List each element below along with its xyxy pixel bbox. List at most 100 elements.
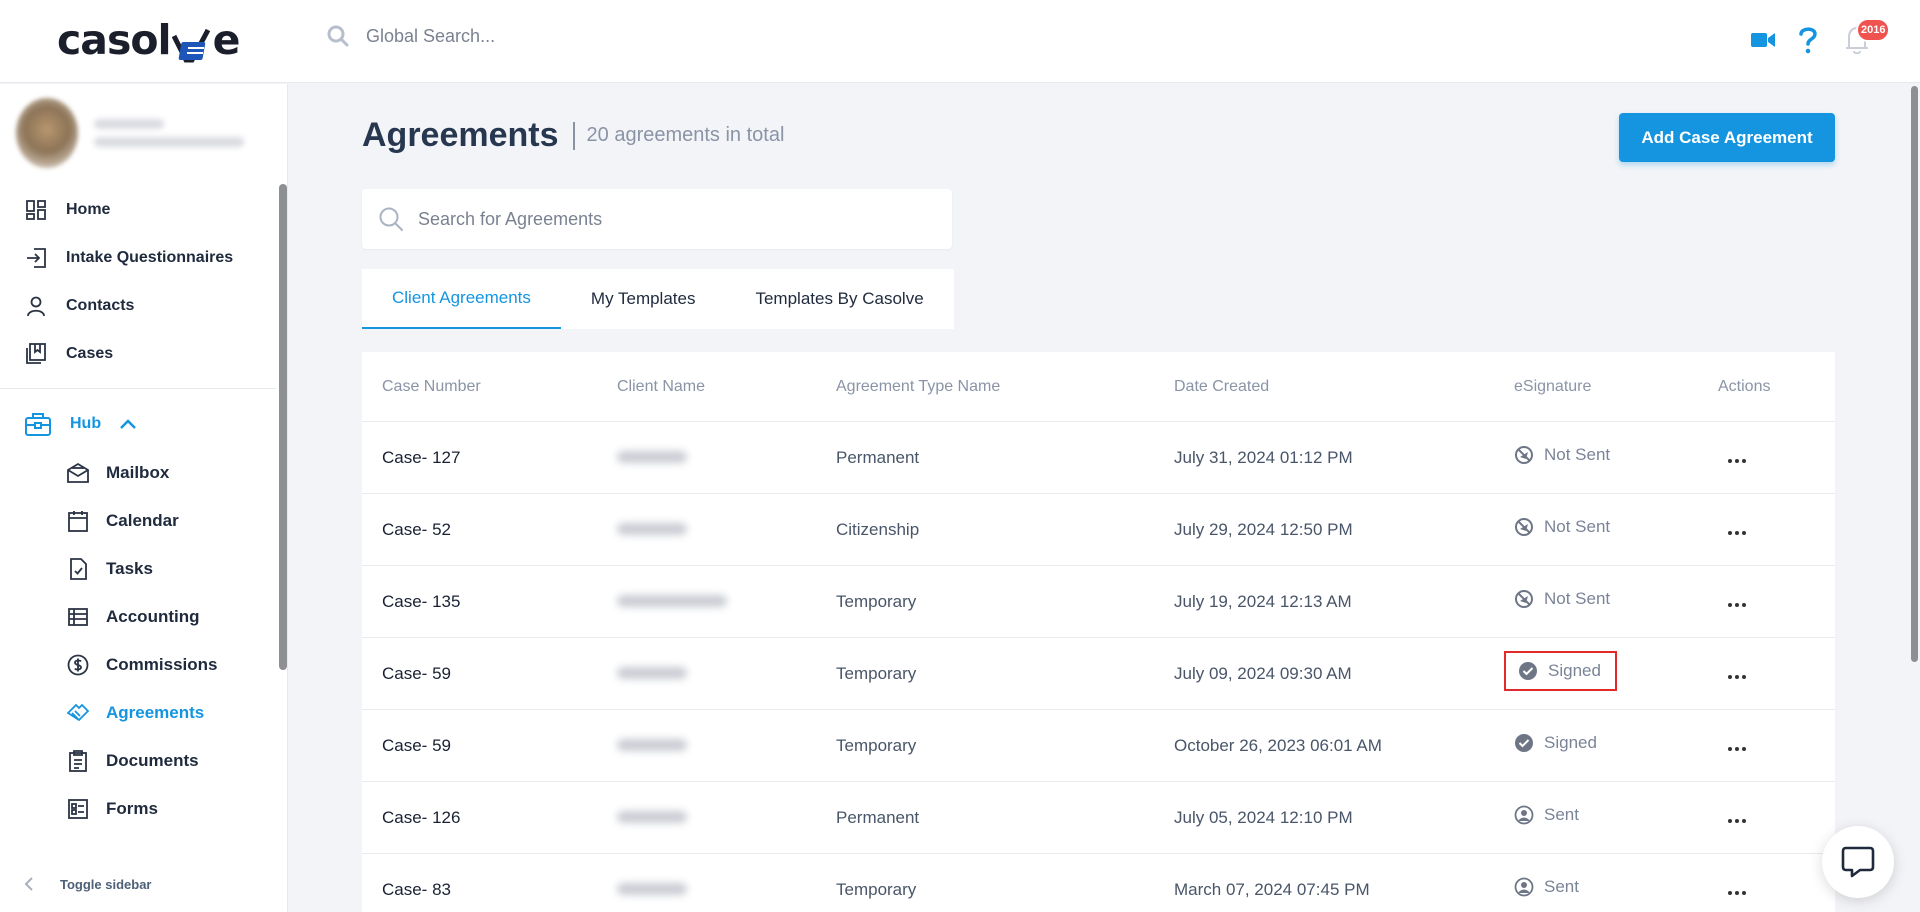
column-header-case-number[interactable]: Case Number [362, 378, 597, 396]
date-created: July 19, 2024 12:13 AM [1174, 591, 1352, 611]
mail-icon [67, 462, 89, 483]
table-row[interactable]: Case- 126 Permanent July 05, 2024 12:10 … [362, 782, 1835, 854]
add-case-agreement-button[interactable]: Add Case Agreement [1619, 113, 1835, 162]
global-search-placeholder: Global Search... [366, 25, 496, 46]
agreement-type: Temporary [836, 591, 917, 611]
date-created: July 31, 2024 01:12 PM [1174, 447, 1353, 467]
sidebar-item-forms[interactable]: Forms [42, 785, 276, 833]
esignature-label: Sent [1544, 805, 1579, 824]
page-scrollbar[interactable] [1911, 86, 1918, 662]
column-header-date-created[interactable]: Date Created [1154, 378, 1494, 396]
sidebar-item-label: Agreements [106, 703, 205, 722]
table-row[interactable]: Case- 52 Citizenship July 29, 2024 12:50… [362, 494, 1835, 566]
notification-badge: 2016 [1856, 18, 1891, 42]
agreement-type: Temporary [836, 663, 917, 683]
client-name-redacted [597, 448, 816, 468]
title-separator [572, 121, 575, 150]
esignature-status: Sent [1514, 805, 1579, 825]
date-created: October 26, 2023 06:01 AM [1174, 735, 1382, 755]
table-row[interactable]: Case- 127 Permanent July 31, 2024 01:12 … [362, 422, 1835, 494]
client-name-redacted [597, 664, 816, 684]
chat-button[interactable] [1822, 826, 1894, 898]
search-icon [379, 207, 403, 231]
esignature-status: Not Sent [1514, 445, 1610, 465]
more-actions-icon[interactable] [1728, 530, 1746, 535]
chevron-up-icon[interactable] [119, 418, 137, 430]
sidebar-item-label: Calendar [106, 511, 179, 530]
case-number[interactable]: Case- 52 [362, 520, 597, 540]
table-row[interactable]: Case- 83 Temporary March 07, 2024 07:45 … [362, 854, 1835, 912]
more-actions-icon[interactable] [1728, 602, 1746, 607]
tab-my-templates[interactable]: My Templates [561, 269, 726, 329]
esignature-status: Not Sent [1514, 589, 1610, 609]
sidebar-item-cases[interactable]: Cases [0, 330, 276, 378]
case-number[interactable]: Case- 83 [362, 880, 597, 900]
agreement-type: Citizenship [836, 519, 920, 539]
case-number[interactable]: Case- 59 [362, 664, 597, 684]
more-actions-icon[interactable] [1728, 458, 1746, 463]
help-icon[interactable] [1798, 25, 1818, 55]
not-sent-icon [1515, 518, 1533, 536]
sidebar-item-commissions[interactable]: Commissions [42, 641, 276, 689]
sidebar-item-label: Mailbox [106, 463, 170, 482]
form-icon [68, 799, 88, 819]
sidebar-item-label: Intake Questionnaires [66, 249, 234, 266]
sidebar-item-home[interactable]: Home [0, 186, 276, 234]
agreements-table: Case Number Client Name Agreement Type N… [362, 352, 1835, 912]
sidebar-item-label: Hub [70, 415, 102, 432]
profile-email-redacted [94, 137, 244, 147]
video-camera-icon[interactable] [1750, 30, 1776, 50]
sidebar-item-tasks[interactable]: Tasks [42, 545, 276, 593]
sidebar-scrollbar[interactable] [279, 184, 287, 670]
more-actions-icon[interactable] [1728, 890, 1746, 895]
tab-client-agreements[interactable]: Client Agreements [362, 269, 561, 329]
column-header-agreement-type[interactable]: Agreement Type Name [816, 378, 1154, 396]
notifications[interactable]: 2016 [1840, 18, 1891, 60]
table-row[interactable]: Case- 135 Temporary July 19, 2024 12:13 … [362, 566, 1835, 638]
table-row[interactable]: Case- 59 Temporary October 26, 2023 06:0… [362, 710, 1835, 782]
agreement-type: Permanent [836, 807, 920, 827]
more-actions-icon[interactable] [1728, 674, 1746, 679]
case-number[interactable]: Case- 127 [362, 448, 597, 468]
user-profile[interactable] [16, 98, 244, 168]
casolve-logo[interactable]: caso l e [57, 16, 240, 64]
agreement-type: Temporary [836, 879, 917, 899]
more-actions-icon[interactable] [1728, 818, 1746, 823]
sidebar-item-calendar[interactable]: Calendar [42, 497, 276, 545]
esignature-status: Signed [1514, 733, 1597, 753]
sidebar-item-accounting[interactable]: Accounting [42, 593, 276, 641]
login-icon [27, 248, 46, 268]
sidebar-item-mailbox[interactable]: Mailbox [42, 449, 276, 497]
more-actions-icon[interactable] [1728, 746, 1746, 751]
page-title: Agreements [362, 116, 559, 154]
table-row[interactable]: Case- 59 Temporary July 09, 2024 09:30 A… [362, 638, 1835, 710]
sent-user-icon [1514, 877, 1534, 897]
sidebar-nav: Home Intake Questionnaires Contacts Case… [0, 186, 276, 833]
signed-check-icon [1515, 734, 1533, 752]
sidebar-item-documents[interactable]: Documents [42, 737, 276, 785]
case-icon [26, 343, 46, 364]
column-header-client-name[interactable]: Client Name [597, 378, 816, 396]
global-search[interactable]: Global Search... [326, 24, 495, 48]
case-number[interactable]: Case- 126 [362, 808, 597, 828]
case-number[interactable]: Case- 59 [362, 736, 597, 756]
agreements-search-input[interactable] [418, 208, 918, 230]
agreement-type: Temporary [836, 735, 917, 755]
sidebar-item-hub[interactable]: Hub [0, 399, 276, 449]
signed-check-icon [1519, 662, 1537, 680]
sidebar-item-intake-questionnaires[interactable]: Intake Questionnaires [0, 234, 276, 282]
toggle-sidebar-button[interactable]: Toggle sidebar [24, 876, 152, 892]
sidebar-item-contacts[interactable]: Contacts [0, 282, 276, 330]
case-number[interactable]: Case- 135 [362, 592, 597, 612]
tab-templates-by-casolve[interactable]: Templates By Casolve [725, 269, 953, 329]
sidebar: Home Intake Questionnaires Contacts Case… [0, 84, 288, 912]
agreements-search[interactable] [362, 189, 952, 249]
main-content: Agreements 20 agreements in total Add Ca… [288, 84, 1920, 912]
sidebar-item-label: Accounting [106, 607, 200, 626]
client-name-redacted [597, 880, 816, 900]
client-name-redacted [597, 808, 816, 828]
sent-user-icon [1514, 805, 1534, 825]
column-header-esignature[interactable]: eSignature [1494, 378, 1698, 396]
not-sent-icon [1515, 590, 1533, 608]
sidebar-item-agreements[interactable]: Agreements [42, 689, 276, 737]
